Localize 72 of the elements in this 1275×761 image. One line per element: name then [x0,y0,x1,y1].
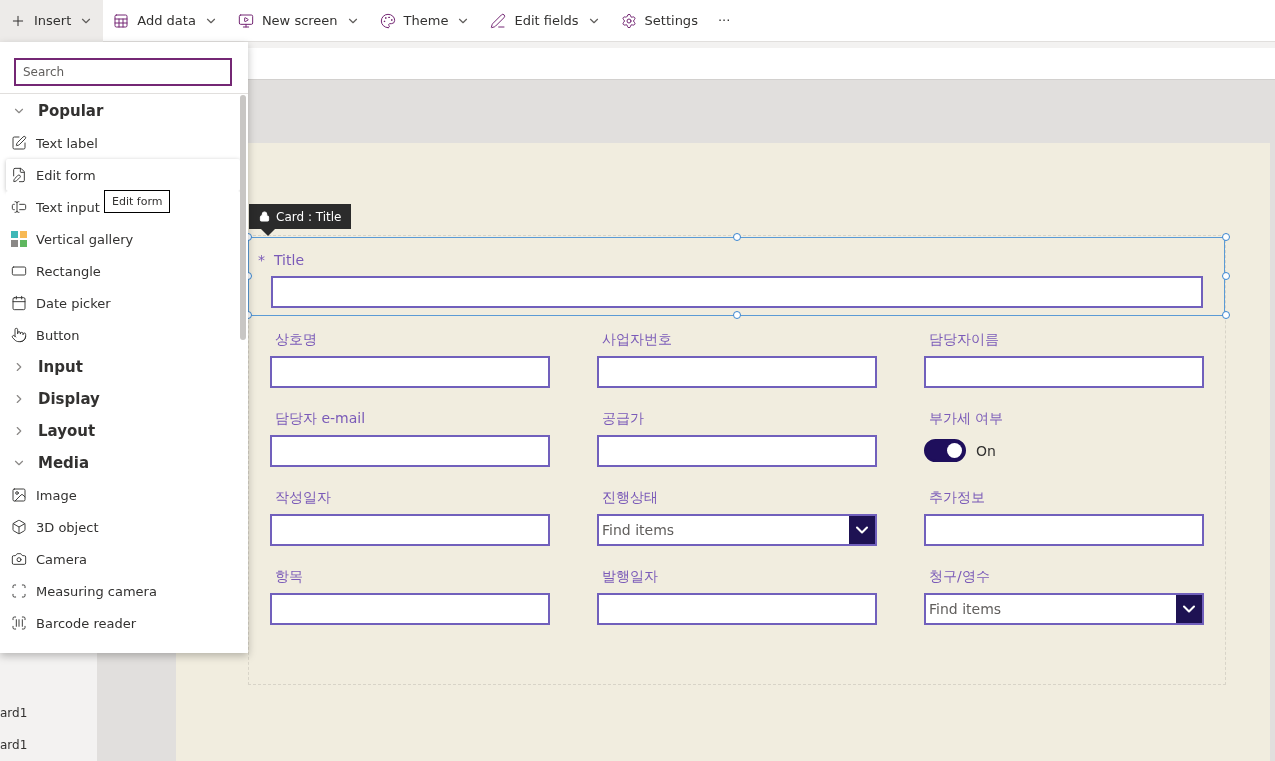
field-label: Title [274,252,304,268]
field-label: 추가정보 [928,489,986,507]
menu-group[interactable]: Media [0,447,234,479]
barcode-icon [11,615,27,631]
pointer-icon [11,327,27,343]
field-label: 공급가 [601,410,645,428]
field-label: 진행상태 [601,489,659,507]
field-label: 상호명 [274,331,318,349]
table-icon [113,12,130,29]
settings-icon [620,12,637,29]
input-field[interactable] [270,356,550,388]
lock-icon [259,211,270,222]
field-label: 청구/영수 [928,568,991,586]
text-cursor-icon [11,199,27,215]
field-label: 사업자번호 [601,331,673,349]
toolbar-button[interactable]: New screen [227,0,370,42]
field-label: 부가세 여부 [928,410,1005,428]
palette-icon [379,12,396,29]
dropdown-field[interactable]: Find items [924,593,1204,625]
input-field[interactable] [924,356,1204,388]
field-label: 담당자이름 [928,331,1000,349]
input-field[interactable] [597,593,877,625]
tooltip: Edit form [104,190,171,213]
input-field[interactable] [270,593,550,625]
menu-item[interactable]: Edit form [6,159,240,191]
more-button[interactable]: ··· [707,0,741,42]
toggle-switch[interactable] [924,439,966,462]
input-field[interactable] [597,435,877,467]
tree-item[interactable]: ard1 [0,697,97,729]
calendar-icon [11,295,27,311]
document-pen-icon [11,167,27,183]
card-tag-text: Card : Title [276,209,342,224]
pencil-square-icon [11,135,27,151]
input-field[interactable] [271,276,1203,308]
input-field[interactable] [597,356,877,388]
required-mark: * [258,252,265,268]
toolbar-button[interactable]: Add data [103,0,228,42]
tree-item[interactable]: ard1 [0,729,97,761]
input-field[interactable] [270,514,550,546]
dropdown-field[interactable]: Find items [597,514,877,546]
image-icon [11,487,27,503]
menu-group[interactable]: Display [0,383,234,415]
field-label: 발행일자 [601,568,659,586]
menu-group[interactable]: Layout [0,415,234,447]
menu-group[interactable]: Input [0,351,234,383]
toolbar-button[interactable]: Theme [369,0,481,42]
pen-icon [490,12,507,29]
search-field[interactable]: Search [14,58,232,86]
selection-handle[interactable] [1222,233,1230,241]
rectangle-icon [11,263,27,279]
selection-handle[interactable] [733,311,741,319]
camera-icon [11,551,27,567]
grid-icon [11,231,27,247]
toggle-value: On [976,442,996,459]
screen-icon [237,12,254,29]
selection-handle[interactable] [733,233,741,241]
selection-handle[interactable] [1222,311,1230,319]
toolbar-button[interactable]: Settings [610,0,708,42]
dropdown-button[interactable] [1176,595,1202,623]
input-field[interactable] [270,435,550,467]
scan-frame-icon [11,583,27,599]
dropdown-button[interactable] [849,516,875,544]
field-label: 항목 [274,568,304,586]
field-label: 작성일자 [274,489,332,507]
field-label: 담당자 e-mail [274,410,367,428]
input-field[interactable] [924,514,1204,546]
menu-group[interactable]: Popular [0,95,234,127]
selection-frame[interactable] [248,237,1225,316]
cube-icon [11,519,27,535]
toolbar-button[interactable]: Insert [0,0,104,42]
selection-handle[interactable] [1222,272,1230,280]
toolbar-button[interactable]: Edit fields [480,0,611,42]
